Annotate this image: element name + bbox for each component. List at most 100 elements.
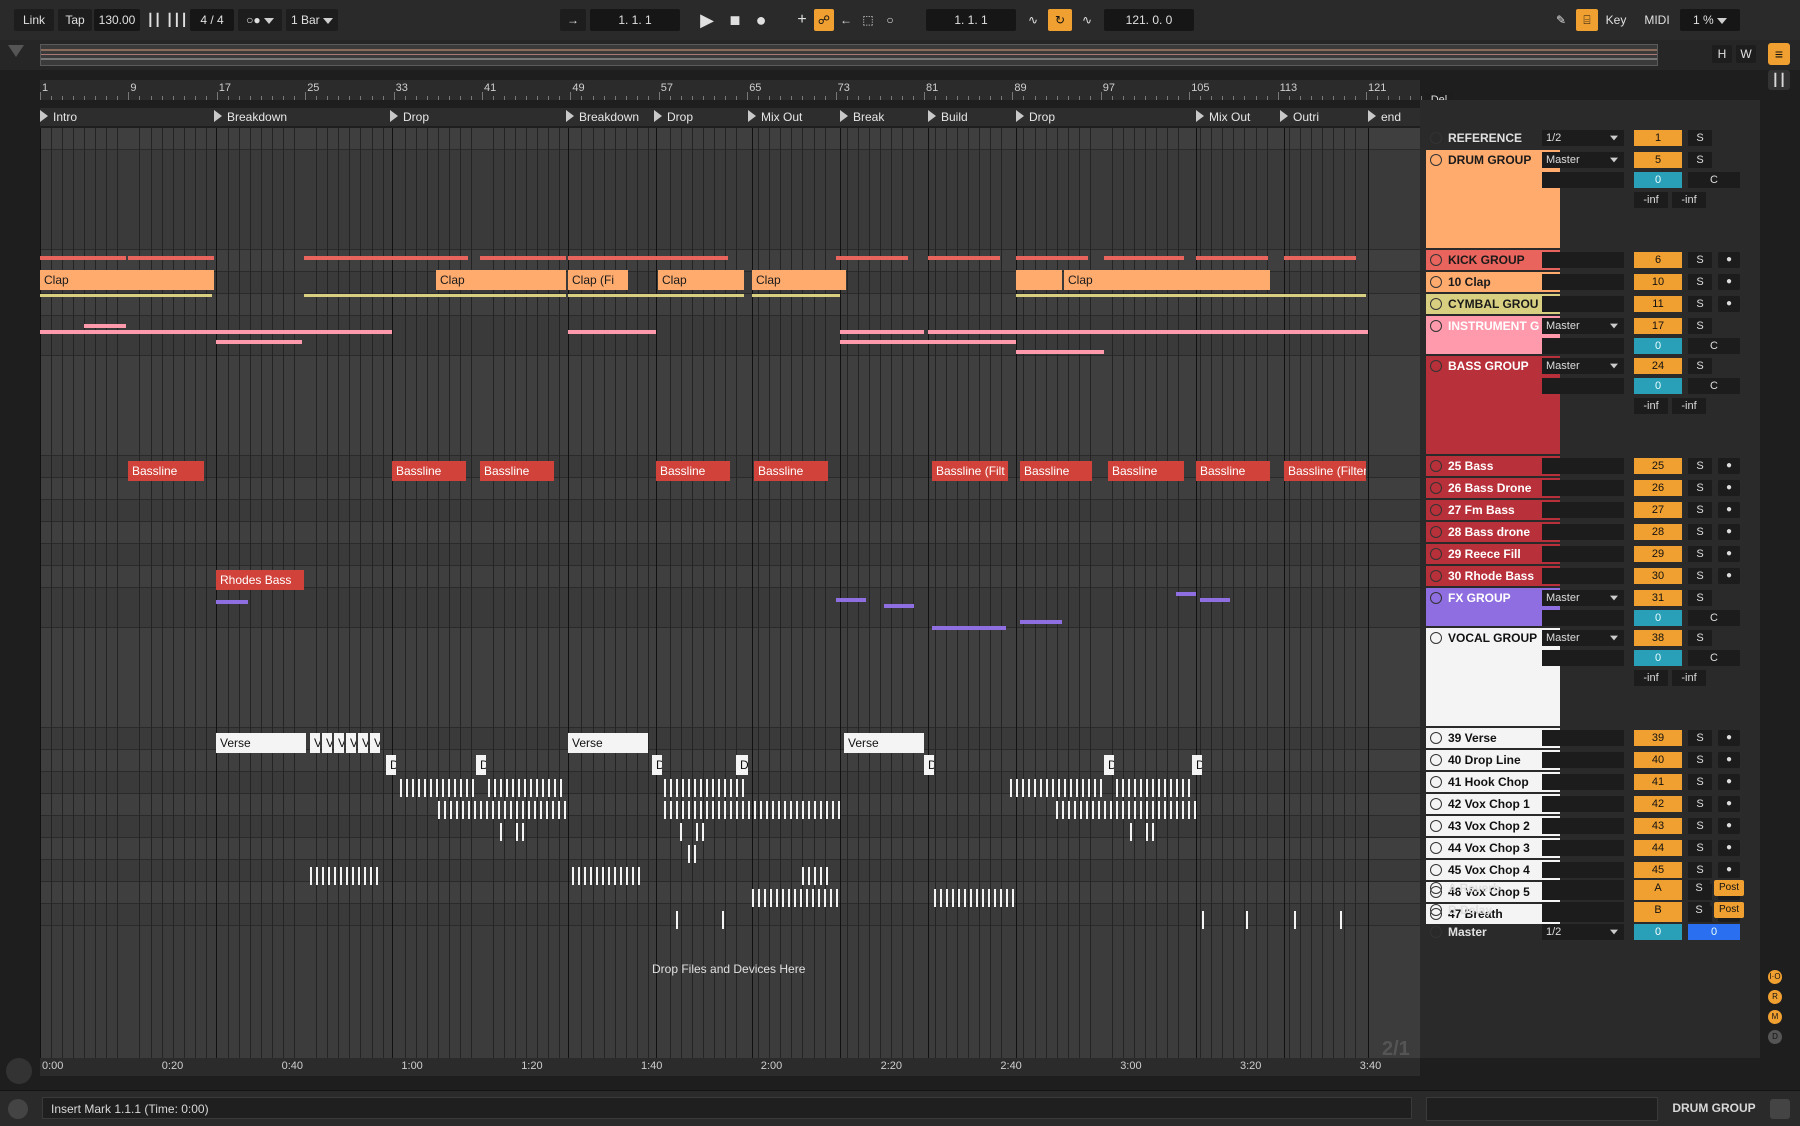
clip-strip[interactable]: [1020, 620, 1062, 624]
vox-chop-clip[interactable]: [1294, 911, 1300, 929]
time-ruler[interactable]: 0:00 0:20 0:40 1:00 1:20 1:40 2:00 2:20 2:40 3:00…: [40, 1058, 1420, 1076]
clip-strip[interactable]: [1196, 256, 1268, 260]
track-pan[interactable]: 0: [1634, 338, 1682, 354]
vox-chop-clip[interactable]: [688, 845, 696, 863]
solo-button[interactable]: S: [1688, 752, 1712, 768]
return-solo-button[interactable]: S: [1688, 880, 1710, 896]
return-track-header[interactable]: Master 1/2 0 0: [1420, 922, 1760, 942]
track-lane[interactable]: [40, 838, 1420, 860]
record-arm-icon[interactable]: ●: [1718, 458, 1740, 474]
master-output-routing[interactable]: 1/2: [1542, 924, 1624, 940]
pan-center-button[interactable]: C: [1688, 172, 1740, 188]
track-volume[interactable]: 29: [1634, 546, 1682, 562]
clip-strip[interactable]: [1104, 330, 1368, 334]
input-monitor-field[interactable]: [1542, 296, 1624, 312]
draw-mode-button[interactable]: ✎: [1550, 9, 1572, 31]
solo-button[interactable]: S: [1688, 502, 1712, 518]
track-name[interactable]: 25 Bass: [1426, 456, 1560, 476]
vox-chop-clip[interactable]: [696, 823, 704, 841]
clip-strip[interactable]: [214, 330, 304, 334]
track-volume[interactable]: 26: [1634, 480, 1682, 496]
clip-strip[interactable]: [40, 330, 214, 334]
return-volume[interactable]: 0: [1634, 924, 1682, 940]
stop-button[interactable]: ■: [724, 9, 746, 31]
track-header[interactable]: KICK GROUP 6 S ●: [1420, 250, 1760, 272]
track-header[interactable]: 42 Vox Chop 1 42 S ●: [1420, 794, 1760, 816]
solo-button[interactable]: S: [1688, 818, 1712, 834]
track-fold-icon[interactable]: [1430, 526, 1442, 538]
track-fold-icon[interactable]: [1430, 592, 1442, 604]
vox-v-clip[interactable]: V: [322, 733, 332, 753]
track-volume[interactable]: 11: [1634, 296, 1682, 312]
track-volume[interactable]: 25: [1634, 458, 1682, 474]
track-header[interactable]: 39 Verse 39 S ●: [1420, 728, 1760, 750]
track-pan[interactable]: 0: [1634, 172, 1682, 188]
automation-arm-button[interactable]: ☍: [814, 9, 834, 31]
track-fold-icon[interactable]: [1430, 504, 1442, 516]
clip-strip[interactable]: [1016, 294, 1366, 297]
bassline-clip[interactable]: Bassline: [1108, 461, 1184, 481]
clip-strip[interactable]: [216, 600, 248, 604]
clap-clip[interactable]: Clap: [436, 270, 566, 290]
clip-strip[interactable]: [1200, 598, 1230, 602]
return-fold-icon[interactable]: [1430, 904, 1442, 916]
record-arm-icon[interactable]: ●: [1718, 568, 1740, 584]
record-arm-icon[interactable]: ●: [1718, 546, 1740, 562]
track-name[interactable]: 39 Verse: [1426, 728, 1560, 748]
follow-button[interactable]: →: [560, 9, 586, 31]
locator-outri[interactable]: Outri: [1280, 110, 1319, 124]
drop-line-clip[interactable]: D: [386, 755, 396, 775]
input-monitor-field[interactable]: [1542, 752, 1624, 768]
track-fold-icon[interactable]: [1430, 732, 1442, 744]
track-pan[interactable]: 0: [1634, 610, 1682, 626]
vox-chop-clip[interactable]: [488, 779, 564, 797]
input-monitor-field[interactable]: [1542, 502, 1624, 518]
return-track-header[interactable]: B Delay B S Post: [1420, 900, 1760, 920]
input-type-field[interactable]: [1542, 650, 1624, 666]
track-name[interactable]: 44 Vox Chop 3: [1426, 838, 1560, 858]
drop-line-clip[interactable]: D: [1104, 755, 1114, 775]
track-volume[interactable]: 31: [1634, 590, 1682, 606]
detail-toggle-icon[interactable]: [1770, 1099, 1790, 1119]
vox-chop-clip[interactable]: [664, 801, 840, 819]
return-fold-icon[interactable]: [1430, 926, 1442, 938]
menu-icon[interactable]: ≡: [1768, 43, 1790, 65]
track-volume[interactable]: 30: [1634, 568, 1682, 584]
track-header[interactable]: 25 Bass 25 S ●: [1420, 456, 1760, 478]
track-lane[interactable]: [40, 150, 1420, 250]
input-monitor-field[interactable]: [1542, 524, 1624, 540]
locator-intro[interactable]: Intro: [40, 110, 77, 124]
drop-line-clip[interactable]: D: [1192, 755, 1202, 775]
track-volume[interactable]: 39: [1634, 730, 1682, 746]
clap-clip[interactable]: Clap: [752, 270, 846, 290]
track-header[interactable]: 40 Drop Line 40 S ●: [1420, 750, 1760, 772]
track-lane[interactable]: [40, 316, 1420, 356]
link-button[interactable]: Link: [14, 9, 54, 31]
track-header[interactable]: 10 Clap 10 S ●: [1420, 272, 1760, 294]
vox-chop-clip[interactable]: [1340, 911, 1346, 929]
track-lane[interactable]: [40, 904, 1420, 926]
track-fold-icon[interactable]: [1430, 154, 1442, 166]
clip-strip[interactable]: [568, 294, 656, 297]
vox-chop-clip[interactable]: [516, 823, 524, 841]
locator-breakdown[interactable]: Breakdown: [214, 110, 287, 124]
optimize-width-button[interactable]: W: [1736, 45, 1756, 63]
clip-strip[interactable]: [836, 598, 866, 602]
verse-clip[interactable]: Verse: [844, 733, 924, 753]
locator-drop[interactable]: Drop: [1016, 110, 1055, 124]
clap-clip[interactable]: Clap: [658, 270, 744, 290]
track-header[interactable]: DRUM GROUP Master 5 S 0 C -inf -inf: [1420, 150, 1760, 250]
locator-build[interactable]: Build: [928, 110, 968, 124]
input-monitor-field[interactable]: [1542, 774, 1624, 790]
computer-midi-keyboard-button[interactable]: ⌸: [1576, 9, 1598, 31]
track-lane[interactable]: [40, 500, 1420, 522]
pan-center-button[interactable]: C: [1688, 338, 1740, 354]
locator-drop[interactable]: Drop: [654, 110, 693, 124]
clip-strip[interactable]: [392, 294, 566, 297]
vox-chop-clip[interactable]: [722, 911, 728, 929]
track-volume[interactable]: 45: [1634, 862, 1682, 878]
track-header[interactable]: 43 Vox Chop 2 43 S ●: [1420, 816, 1760, 838]
track-volume[interactable]: 43: [1634, 818, 1682, 834]
output-routing[interactable]: Master: [1542, 318, 1624, 334]
solo-button[interactable]: S: [1688, 774, 1712, 790]
